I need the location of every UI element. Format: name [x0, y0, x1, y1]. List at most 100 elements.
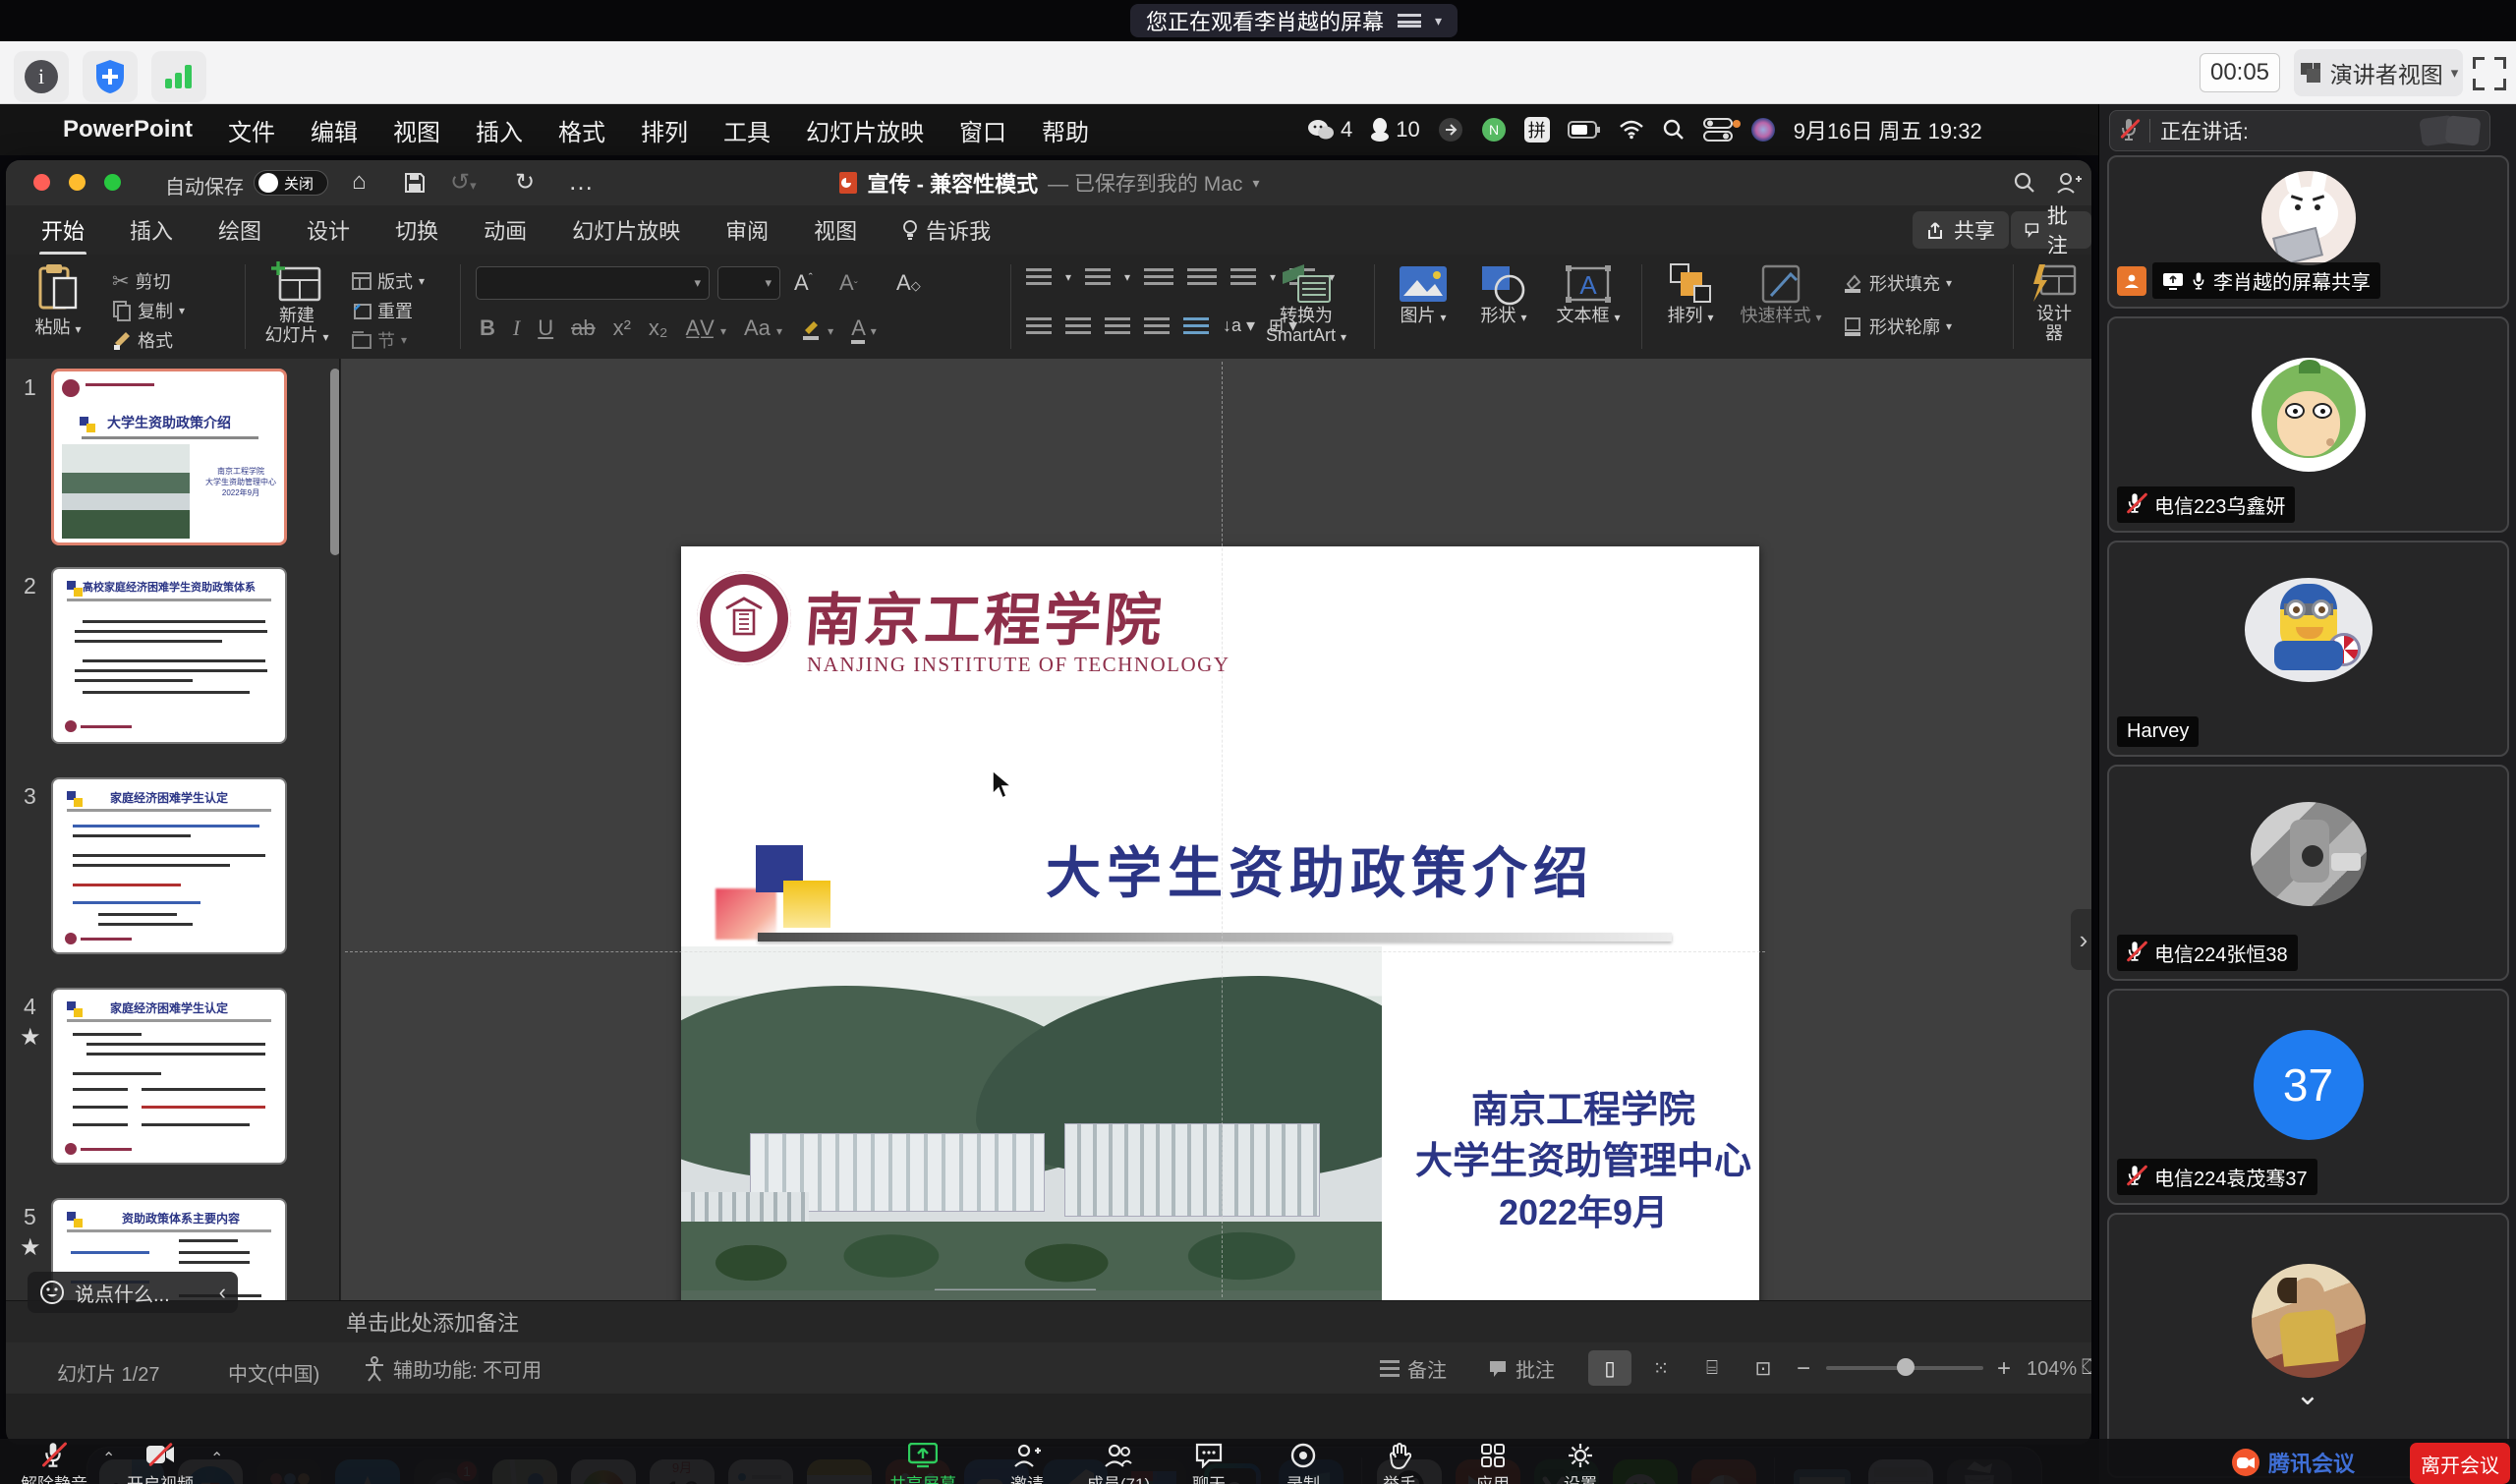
reading-view-button[interactable]: ⌸ — [1690, 1350, 1734, 1386]
share-button[interactable]: 共享 — [1913, 211, 2009, 249]
close-window-button[interactable] — [33, 174, 50, 191]
justify-icon[interactable] — [1144, 317, 1170, 335]
change-case-button[interactable]: Aa ▾ — [744, 315, 782, 341]
clear-formatting-button[interactable]: A◇ — [896, 270, 921, 296]
menu-help[interactable]: 帮助 — [1042, 113, 1089, 147]
participant-tile-presenter[interactable]: 李肖越的屏幕共享 — [2107, 155, 2509, 309]
comments-button[interactable]: 批注 — [2011, 211, 2091, 249]
home-icon[interactable]: ⌂ — [352, 168, 367, 196]
slide-thumbnail-2[interactable]: 高校家庭经济困难学生资助政策体系 — [51, 567, 287, 744]
minimize-window-button[interactable] — [69, 174, 86, 191]
zoom-in-button[interactable]: + — [1997, 1355, 2011, 1383]
bullets-icon[interactable] — [1026, 268, 1052, 286]
grow-font-button[interactable]: Aˆ — [794, 270, 813, 296]
mic-options-chevron[interactable]: ⌃ — [102, 1449, 115, 1468]
section-button[interactable]: 节▾ — [352, 327, 407, 353]
char-spacing-button[interactable]: A̲V̲ ▾ — [685, 315, 726, 341]
menu-slideshow[interactable]: 幻灯片放映 — [806, 113, 924, 147]
settings-button[interactable]: 设置 — [1536, 1441, 1625, 1484]
raise-hand-button[interactable]: 举手 — [1355, 1441, 1444, 1484]
presence-icon[interactable] — [2056, 171, 2082, 195]
n-app-icon[interactable]: N — [1481, 117, 1507, 143]
format-painter-button[interactable]: 格式 — [112, 327, 173, 353]
slide-title[interactable]: 大学生资助政策介绍 — [927, 829, 1713, 909]
text-direction-icon[interactable]: ↓a ▾ — [1223, 315, 1255, 336]
layout-button[interactable]: 版式▾ — [352, 268, 425, 294]
font-name-combo[interactable]: ▾ — [476, 266, 710, 300]
numbering-icon[interactable] — [1085, 268, 1111, 286]
tab-insert[interactable]: 插入 — [128, 206, 175, 254]
bold-button[interactable]: B — [480, 315, 495, 341]
menu-format[interactable]: 格式 — [558, 113, 605, 147]
comments-toggle-button[interactable]: 批注 — [1488, 1354, 1555, 1383]
highlight-button[interactable]: ▾ — [800, 315, 833, 341]
members-button[interactable]: 成员(71) — [1074, 1441, 1163, 1484]
align-center-icon[interactable] — [1065, 317, 1091, 335]
pinyin-input-icon[interactable]: 拼 — [1524, 117, 1550, 143]
participant-tile-3[interactable]: 电信224张恒38 — [2107, 765, 2509, 981]
apps-button[interactable]: 应用 — [1449, 1441, 1537, 1484]
quick-styles-button[interactable]: 快速样式 ▾ — [1734, 262, 1828, 327]
vertical-guide[interactable] — [1222, 362, 1223, 1297]
panel-collapse-chevron[interactable]: › — [2071, 909, 2091, 970]
zoom-slider[interactable] — [1826, 1366, 1983, 1370]
copy-button[interactable]: 复制▾ — [112, 298, 185, 323]
undo-icon[interactable]: ↺▾ — [450, 168, 477, 197]
align-left-icon[interactable] — [1026, 317, 1052, 335]
zoom-out-button[interactable]: − — [1797, 1355, 1810, 1383]
slide-thumbnail-4[interactable]: 家庭经济困难学生认定 — [51, 988, 287, 1165]
slide-footer-text[interactable]: 南京工程学院 大学生资助管理中心 2022年9月 — [1408, 1085, 1758, 1238]
tab-home[interactable]: 开始 — [39, 206, 86, 254]
designer-button[interactable]: 设计器 — [2023, 262, 2086, 343]
autosave-toggle[interactable]: 关闭 — [254, 170, 328, 196]
meeting-info-button[interactable]: i — [14, 51, 69, 102]
tab-design[interactable]: 设计 — [305, 206, 352, 254]
slideshow-button[interactable]: ⊡ — [1742, 1350, 1785, 1386]
menubar-datetime[interactable]: 9月16日 周五 19:32 — [1794, 114, 1982, 145]
chat-quick-input[interactable]: 说点什么... ‹ — [28, 1272, 238, 1313]
paste-button[interactable]: 粘贴 ▾ — [24, 262, 92, 339]
wifi-icon[interactable] — [1619, 120, 1644, 140]
video-options-chevron[interactable]: ⌃ — [210, 1449, 223, 1468]
meeting-network-button[interactable] — [151, 51, 206, 102]
decrease-indent-icon[interactable] — [1144, 268, 1173, 286]
tab-review[interactable]: 审阅 — [723, 206, 771, 254]
slide-thumbnail-3[interactable]: 家庭经济困难学生认定 — [51, 777, 287, 954]
shape-fill-button[interactable]: 形状填充▾ — [1842, 270, 1952, 296]
wechat-status[interactable]: 4 — [1307, 117, 1352, 143]
underline-button[interactable]: U — [538, 315, 553, 341]
zoom-percentage[interactable]: 104% — [2027, 1358, 2077, 1381]
tab-draw[interactable]: 绘图 — [216, 206, 263, 254]
tab-tell-me[interactable]: 告诉我 — [900, 206, 993, 254]
control-center-icon[interactable] — [1703, 118, 1733, 142]
arrange-button[interactable]: 排列 ▾ — [1653, 262, 1728, 327]
tab-transitions[interactable]: 切换 — [393, 206, 440, 254]
zoom-window-button[interactable] — [104, 174, 121, 191]
menu-window[interactable]: 窗口 — [959, 113, 1006, 147]
zoom-slider-knob[interactable] — [1897, 1358, 1915, 1376]
menu-view[interactable]: 视图 — [393, 113, 440, 147]
save-icon[interactable] — [403, 171, 427, 195]
shape-outline-button[interactable]: 形状轮廓▾ — [1842, 314, 1952, 339]
notes-area[interactable]: 单击此处添加备注 — [6, 1300, 2091, 1342]
shapes-button[interactable]: 形状 ▾ — [1466, 262, 1541, 327]
slide-editor[interactable]: 南京工程学院 NANJING INSTITUTE OF TECHNOLOGY 大… — [681, 546, 1759, 1359]
shrink-font-button[interactable]: Aˇ — [839, 270, 858, 296]
menu-tools[interactable]: 工具 — [723, 113, 771, 147]
record-button[interactable]: 录制 — [1259, 1441, 1347, 1484]
start-video-button[interactable]: 开启视频 — [116, 1441, 204, 1484]
align-right-icon[interactable] — [1105, 317, 1130, 335]
menu-insert[interactable]: 插入 — [476, 113, 523, 147]
menu-arrange[interactable]: 排列 — [641, 113, 688, 147]
titlebar-search-icon[interactable] — [2013, 171, 2036, 195]
subscript-button[interactable]: x₂ — [649, 315, 668, 341]
banner-menu-icon[interactable] — [1398, 14, 1421, 28]
slide-thumbnail-1[interactable]: 大学生资助政策介绍 南京工程学院大学生资助管理中心2022年9月 — [51, 369, 287, 545]
textbox-button[interactable]: A 文本框 ▾ — [1547, 262, 1630, 327]
redo-icon[interactable]: ↻ — [515, 168, 535, 197]
fit-to-window-icon[interactable]: ⛋ — [2082, 1354, 2091, 1380]
view-mode-button[interactable]: 演讲者视图 ▾ — [2294, 49, 2463, 96]
unmute-button[interactable]: 解除静音 — [10, 1441, 98, 1484]
search-icon[interactable] — [1662, 118, 1686, 142]
invite-button[interactable]: 邀请 — [983, 1441, 1071, 1484]
